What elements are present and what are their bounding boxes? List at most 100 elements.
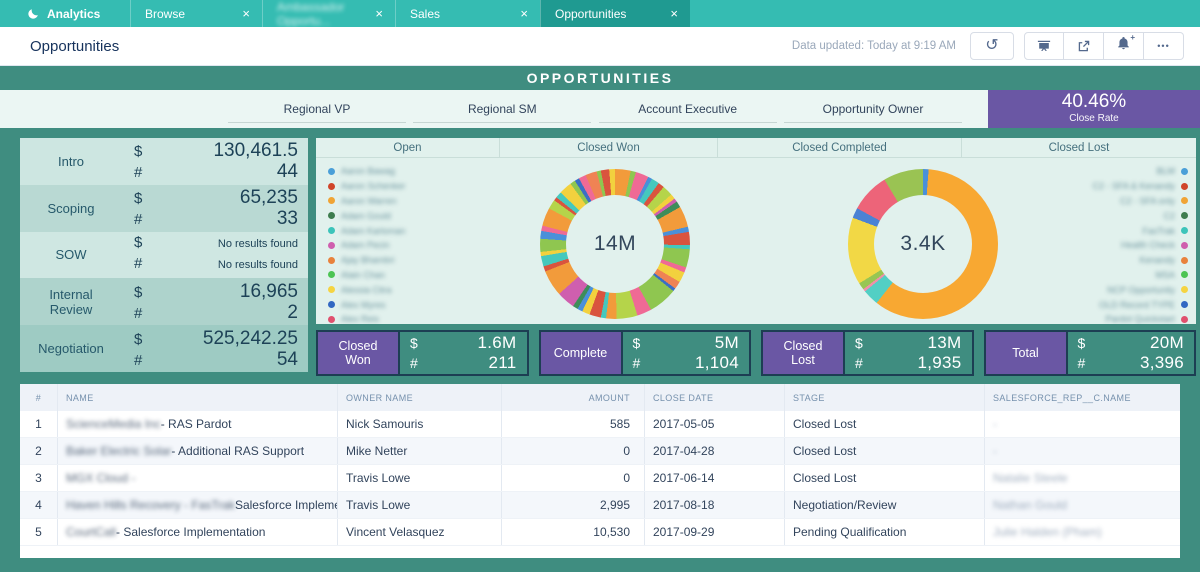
legend-label: BLM <box>1156 166 1175 177</box>
column-header-closed-won[interactable]: Closed Won <box>500 138 718 157</box>
undo-button[interactable]: ↺ <box>970 32 1014 60</box>
legend-item[interactable]: C2 - SFA only <box>1092 194 1188 209</box>
kpi-values: $ 1.6M # 211 <box>398 332 527 374</box>
stage-values: $ 130,461.5 # 44 <box>122 138 308 185</box>
legend-dot <box>1181 182 1188 190</box>
stage-count: 54 <box>276 348 298 370</box>
amount-cell: 2,995 <box>502 492 645 518</box>
legend-item[interactable]: MSA <box>1092 268 1188 283</box>
table-row[interactable]: 2 Baker Electric Solar - Additional RAS … <box>20 438 1180 465</box>
legend-item[interactable]: Health Check <box>1092 238 1188 253</box>
legend-item[interactable]: Aaron Warren <box>328 194 406 209</box>
legend-item[interactable]: OLD Record TYPE <box>1092 297 1188 312</box>
filter-dropdown[interactable]: Regional VP <box>228 90 406 128</box>
legend-item[interactable]: Adam Karloman <box>328 223 406 238</box>
legend-item[interactable]: Pardot Quickstart <box>1092 312 1188 327</box>
close-tab-icon[interactable]: × <box>520 7 528 20</box>
chart-column-headers: Open Closed Won Closed Completed Closed … <box>316 138 1196 158</box>
stage-amount: 525,242.25 <box>202 327 298 349</box>
column-header[interactable]: AMOUNT <box>502 384 645 411</box>
legend-item[interactable]: C2 <box>1092 208 1188 223</box>
name-visible: - Additional RAS Support <box>171 444 305 458</box>
legend-item[interactable]: FasTrak <box>1092 223 1188 238</box>
closed-completed-donut-chart[interactable]: 3.4K <box>848 169 998 319</box>
column-header-open[interactable]: Open <box>316 138 500 157</box>
kpi-count-line: # 3,396 <box>1078 353 1185 373</box>
share-button[interactable] <box>1064 32 1104 60</box>
stage-metric-row[interactable]: Intro $ 130,461.5 # 44 <box>20 138 308 185</box>
legend-dot <box>1181 227 1188 235</box>
legend-item[interactable]: BLM <box>1092 164 1188 179</box>
legend-label: Aaron Schenker <box>341 181 406 192</box>
currency-symbol: $ <box>855 335 863 351</box>
stage-amount-line: $ 65,235 <box>134 187 298 208</box>
kpi-count: 211 <box>488 353 517 372</box>
notifications-button[interactable]: + <box>1104 32 1144 60</box>
salesforce-rep-cell: Julie Halden (Pham) <box>985 519 1180 545</box>
stage-metric-row[interactable]: SOW $ No results found # No results foun… <box>20 231 308 279</box>
column-header[interactable]: SALESFORCE_REP__C.NAME <box>985 384 1180 411</box>
filter-dropdown[interactable]: Regional SM <box>413 90 592 128</box>
close-date-cell: 2017-04-28 <box>645 438 785 464</box>
stage-count-line: # 2 <box>134 302 298 323</box>
column-header[interactable]: OWNER NAME <box>338 384 502 411</box>
rep-redacted: - <box>993 444 997 458</box>
legend-item[interactable]: Alain Chan <box>328 268 406 283</box>
legend-item[interactable]: Alessia Citra <box>328 282 406 297</box>
legend-item[interactable]: Adam Pecin <box>328 238 406 253</box>
legend-item[interactable]: Kenandy <box>1092 253 1188 268</box>
legend-label: MSA <box>1155 269 1175 280</box>
tab-opportunities[interactable]: Opportunities × <box>540 0 690 27</box>
stage-metric-row[interactable]: Negotiation $ 525,242.25 # 54 <box>20 325 308 372</box>
close-tab-icon[interactable]: × <box>375 7 383 20</box>
legend-item[interactable]: C2 - SFA & Kenandy <box>1092 179 1188 194</box>
column-header-closed-lost[interactable]: Closed Lost <box>962 138 1196 157</box>
tab-ambassador-opportunities[interactable]: Ambassador Opportu... × <box>262 0 395 28</box>
column-header[interactable]: CLOSE DATE <box>645 384 785 411</box>
tab-sales[interactable]: Sales × <box>395 0 540 27</box>
header-button-group: + ••• <box>1024 32 1184 60</box>
present-button[interactable] <box>1024 32 1064 60</box>
stage-metric-row[interactable]: Scoping $ 65,235 # 33 <box>20 184 308 232</box>
closed-won-donut-chart[interactable]: 14M <box>540 169 690 319</box>
tab-label: Opportunities <box>555 6 627 21</box>
legend-item[interactable]: Aaron Schenker <box>328 179 406 194</box>
column-header[interactable]: STAGE <box>785 384 985 411</box>
legend-item[interactable]: Adam Gould <box>328 208 406 223</box>
legend-item[interactable]: Aaron Bawag <box>328 164 406 179</box>
close-date-cell: 2017-05-05 <box>645 411 785 437</box>
legend-dot <box>1181 212 1188 220</box>
currency-symbol: $ <box>632 335 641 351</box>
legend-label: C2 - SFA only <box>1119 195 1175 206</box>
more-button[interactable]: ••• <box>1144 32 1184 60</box>
close-tab-icon[interactable]: × <box>242 7 250 20</box>
legend-dot <box>1181 256 1188 264</box>
stage-name: SOW <box>55 247 87 263</box>
legend-item[interactable]: Alex Reis <box>328 312 406 327</box>
filter-label: Account Executive <box>638 102 738 116</box>
table-row[interactable]: 1 ScienceMedia Inc - RAS Pardot Nick Sam… <box>20 411 1180 438</box>
currency-symbol: $ <box>134 283 143 301</box>
stage-metric-row[interactable]: Internal Review $ 16,965 # 2 <box>20 278 308 326</box>
stage-values: $ No results found # No results found <box>122 232 308 279</box>
currency-symbol: $ <box>134 190 143 208</box>
currency-symbol: $ <box>134 233 143 251</box>
tab-browse[interactable]: Browse × <box>130 0 262 27</box>
column-header[interactable]: NAME <box>58 384 338 411</box>
record-types-legend: BLM C2 - SFA & Kenandy C2 - SFA only C2 <box>1092 164 1188 327</box>
table-row[interactable]: 5 CourtCall - Salesforce Implementation … <box>20 519 1180 546</box>
column-header[interactable]: # <box>20 384 58 411</box>
table-row[interactable]: 3 MGX Cloud - Travis Lowe 0 2017-06-14 C… <box>20 465 1180 492</box>
filter-dropdown[interactable]: Opportunity Owner <box>783 90 962 128</box>
legend-item[interactable]: NCP Opportunity <box>1092 282 1188 297</box>
legend-item[interactable]: Ajay Bhambri <box>328 253 406 268</box>
filter-dropdown[interactable]: Account Executive <box>598 90 777 128</box>
close-tab-icon[interactable]: × <box>670 7 678 20</box>
analytics-brand[interactable]: Analytics <box>0 0 130 27</box>
column-header-closed-completed[interactable]: Closed Completed <box>718 138 962 157</box>
kpi-label: Closed Won <box>318 332 398 374</box>
table-row[interactable]: 4 Haven Hills Recovery - FasTrak Salesfo… <box>20 492 1180 519</box>
legend-item[interactable]: Alex Myres <box>328 297 406 312</box>
legend-dot <box>328 286 335 294</box>
close-date-cell: 2017-06-14 <box>645 465 785 491</box>
